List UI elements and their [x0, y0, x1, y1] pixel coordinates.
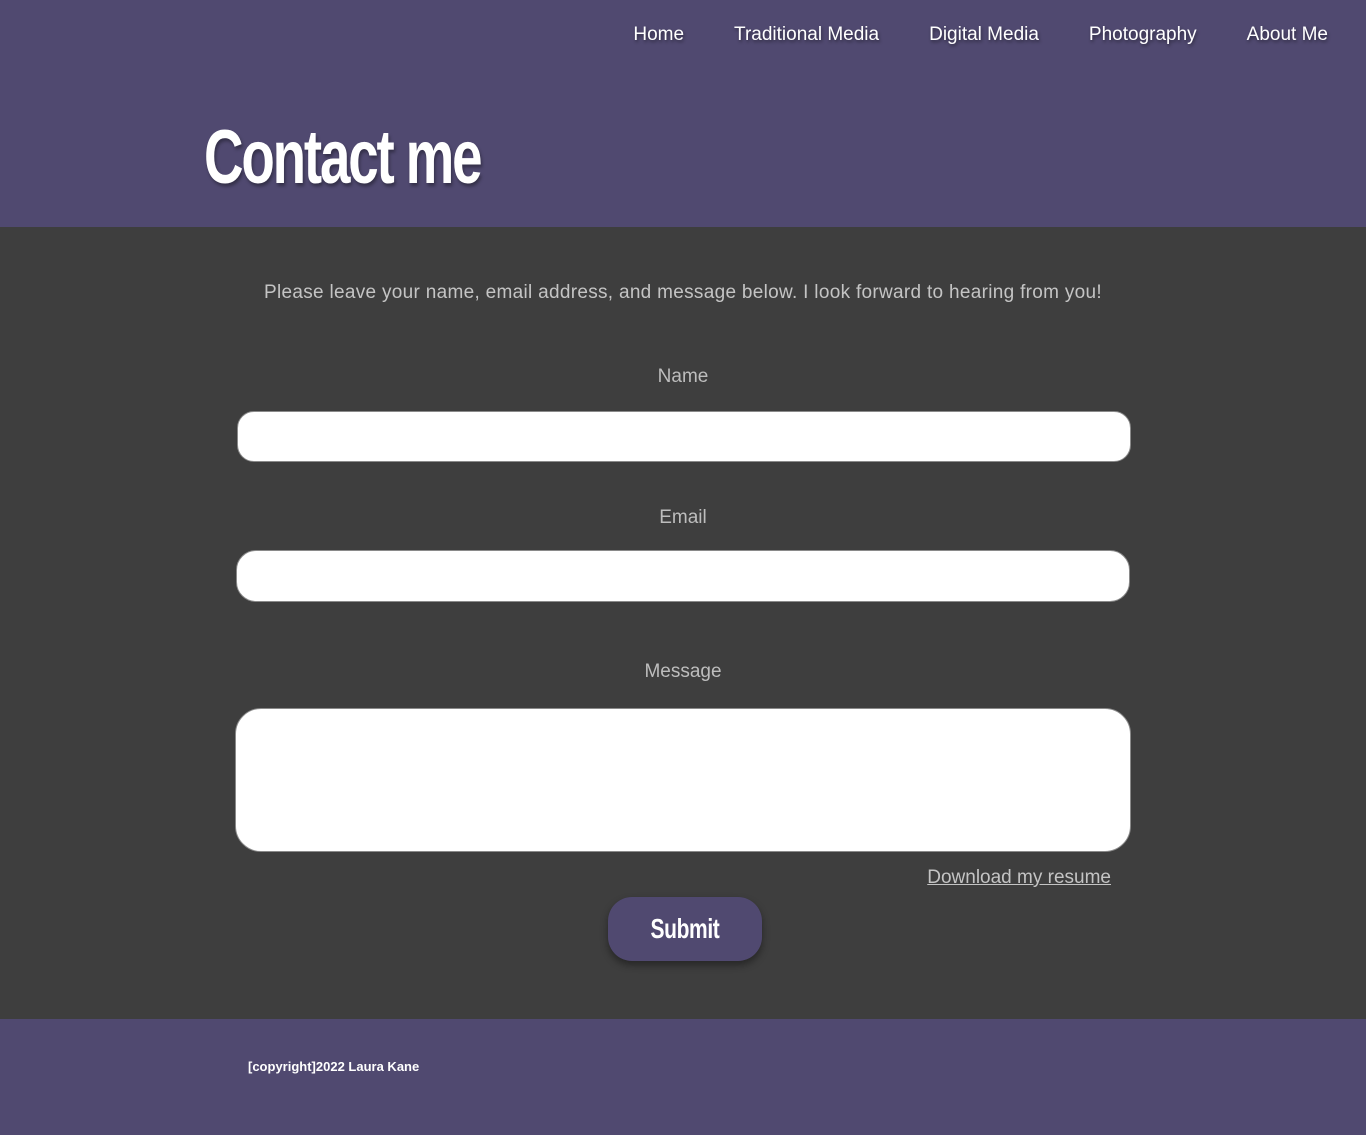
- nav-photography[interactable]: Photography: [1089, 22, 1197, 48]
- name-label: Name: [657, 366, 709, 387]
- message-field[interactable]: [236, 709, 1130, 851]
- submit-button[interactable]: Submit: [608, 897, 762, 961]
- download-resume-link[interactable]: Download my resume: [927, 867, 1111, 889]
- nav-about-me[interactable]: About Me: [1247, 22, 1328, 48]
- message-field-wrapper: [235, 708, 1131, 852]
- nav-traditional-media[interactable]: Traditional Media: [734, 22, 879, 48]
- name-field[interactable]: [238, 412, 1130, 461]
- nav-home[interactable]: Home: [633, 22, 684, 48]
- site-header: Home Traditional Media Digital Media Pho…: [0, 0, 1366, 227]
- site-footer: [copyright]2022 Laura Kane: [0, 1019, 1366, 1135]
- name-field-wrapper: [237, 411, 1131, 462]
- message-label: Message: [644, 661, 722, 682]
- email-field-wrapper: [236, 550, 1130, 602]
- nav-digital-media[interactable]: Digital Media: [929, 22, 1039, 48]
- submit-button-label: Submit: [650, 913, 720, 944]
- copyright-text: [copyright]2022 Laura Kane: [248, 1059, 420, 1074]
- main-nav: Home Traditional Media Digital Media Pho…: [633, 22, 1328, 48]
- intro-text: Please leave your name, email address, a…: [264, 282, 1102, 303]
- page-title: Contact me: [204, 115, 483, 200]
- email-label: Email: [659, 507, 707, 528]
- email-field[interactable]: [237, 551, 1129, 601]
